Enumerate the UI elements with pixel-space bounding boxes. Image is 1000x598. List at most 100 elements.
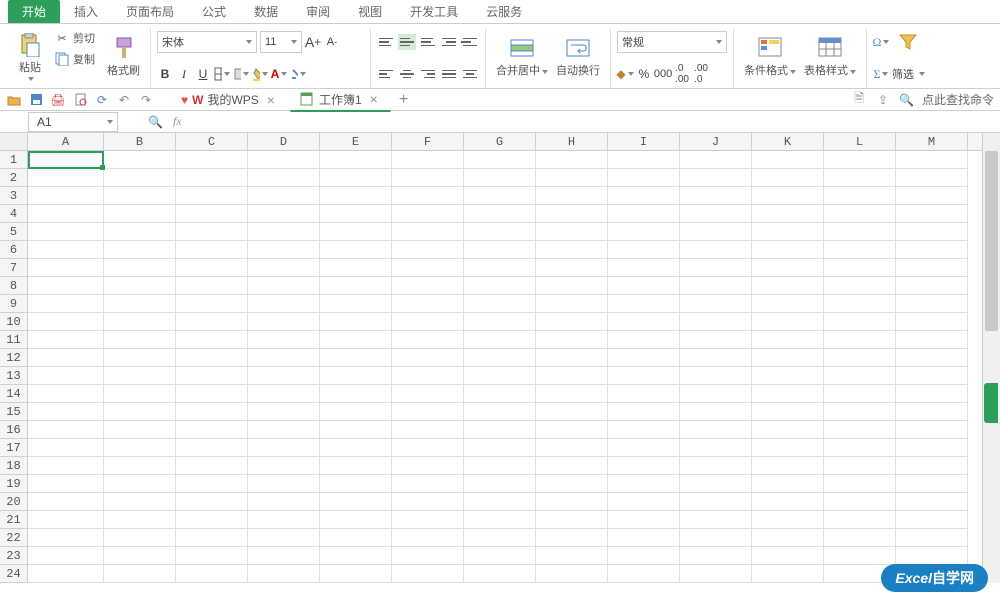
cell[interactable] <box>104 151 176 169</box>
cell[interactable] <box>464 547 536 565</box>
cell[interactable] <box>608 385 680 403</box>
row-header[interactable]: 16 <box>0 421 27 439</box>
cell[interactable] <box>248 547 320 565</box>
cell[interactable] <box>536 277 608 295</box>
cell[interactable] <box>896 475 968 493</box>
cell[interactable] <box>392 349 464 367</box>
cell[interactable] <box>608 259 680 277</box>
cell[interactable] <box>680 331 752 349</box>
cell[interactable] <box>104 565 176 583</box>
cell[interactable] <box>320 241 392 259</box>
cell[interactable] <box>320 385 392 403</box>
cell[interactable] <box>320 493 392 511</box>
cell[interactable] <box>680 259 752 277</box>
cell[interactable] <box>824 439 896 457</box>
menu-tab-data[interactable]: 数据 <box>240 0 292 23</box>
cell[interactable] <box>824 475 896 493</box>
cell[interactable] <box>464 439 536 457</box>
cell[interactable] <box>176 259 248 277</box>
name-box[interactable]: A1 <box>28 112 118 132</box>
filter-button[interactable] <box>892 28 924 56</box>
omega-icon[interactable]: Ω <box>873 34 889 50</box>
cell[interactable] <box>536 223 608 241</box>
fill-drop-button[interactable] <box>233 66 249 82</box>
cell[interactable] <box>824 313 896 331</box>
cell[interactable] <box>608 493 680 511</box>
cell[interactable] <box>248 529 320 547</box>
cell[interactable] <box>824 493 896 511</box>
cell[interactable] <box>248 367 320 385</box>
cell[interactable] <box>680 565 752 583</box>
bold-button[interactable]: B <box>157 66 173 82</box>
font-name-select[interactable]: 宋体 <box>157 31 257 53</box>
cell[interactable] <box>536 529 608 547</box>
cell[interactable] <box>392 511 464 529</box>
cell[interactable] <box>104 223 176 241</box>
cell[interactable] <box>28 565 104 583</box>
cell[interactable] <box>464 313 536 331</box>
cell[interactable] <box>176 187 248 205</box>
cell[interactable] <box>536 385 608 403</box>
cell[interactable] <box>248 511 320 529</box>
menu-tab-cloud[interactable]: 云服务 <box>472 0 536 23</box>
cell[interactable] <box>752 439 824 457</box>
cell[interactable] <box>176 205 248 223</box>
refresh-icon[interactable]: ⟳ <box>94 92 110 108</box>
cell[interactable] <box>28 511 104 529</box>
vertical-scrollbar[interactable] <box>982 133 1000 583</box>
cell[interactable] <box>824 205 896 223</box>
cell[interactable] <box>824 403 896 421</box>
cell[interactable] <box>896 277 968 295</box>
menu-tab-layout[interactable]: 页面布局 <box>112 0 188 23</box>
cell[interactable] <box>176 565 248 583</box>
cell[interactable] <box>176 349 248 367</box>
close-workbook-tab[interactable]: × <box>366 91 382 107</box>
cell[interactable] <box>248 349 320 367</box>
cell[interactable] <box>464 349 536 367</box>
cell[interactable] <box>464 259 536 277</box>
cell[interactable] <box>752 259 824 277</box>
cell[interactable] <box>536 367 608 385</box>
search-command-link[interactable]: 点此查找命令 <box>922 91 994 108</box>
cell[interactable] <box>28 151 104 169</box>
cell[interactable] <box>176 313 248 331</box>
cell[interactable] <box>896 241 968 259</box>
cell[interactable] <box>320 421 392 439</box>
side-panel-toggle[interactable] <box>984 383 998 423</box>
align-justify-button[interactable] <box>440 66 458 82</box>
fill-color-button[interactable] <box>252 66 268 82</box>
cell[interactable] <box>752 547 824 565</box>
row-header[interactable]: 12 <box>0 349 27 367</box>
cell[interactable] <box>176 367 248 385</box>
row-header[interactable]: 1 <box>0 151 27 169</box>
cell[interactable] <box>392 223 464 241</box>
cell[interactable] <box>608 349 680 367</box>
cell[interactable] <box>464 367 536 385</box>
cell[interactable] <box>824 169 896 187</box>
cell[interactable] <box>392 493 464 511</box>
menu-tab-insert[interactable]: 插入 <box>60 0 112 23</box>
cell[interactable] <box>392 277 464 295</box>
cell[interactable] <box>28 295 104 313</box>
cell[interactable] <box>752 331 824 349</box>
cell[interactable] <box>752 223 824 241</box>
comma-button[interactable]: 000 <box>655 66 671 82</box>
cell[interactable] <box>680 169 752 187</box>
cell[interactable] <box>176 241 248 259</box>
cell[interactable] <box>28 457 104 475</box>
row-header[interactable]: 14 <box>0 385 27 403</box>
cell[interactable] <box>608 151 680 169</box>
cell[interactable] <box>608 187 680 205</box>
menu-tab-view[interactable]: 视图 <box>344 0 396 23</box>
cell[interactable] <box>28 277 104 295</box>
row-header[interactable]: 5 <box>0 223 27 241</box>
print-icon[interactable]: 🖨 <box>50 92 66 108</box>
indent-decrease-button[interactable] <box>440 34 458 50</box>
cell[interactable] <box>104 493 176 511</box>
cut-button[interactable]: ✂剪切 <box>50 28 99 48</box>
cell[interactable] <box>176 403 248 421</box>
cell[interactable] <box>536 547 608 565</box>
cell[interactable] <box>28 475 104 493</box>
cell[interactable] <box>752 187 824 205</box>
cell[interactable] <box>608 313 680 331</box>
